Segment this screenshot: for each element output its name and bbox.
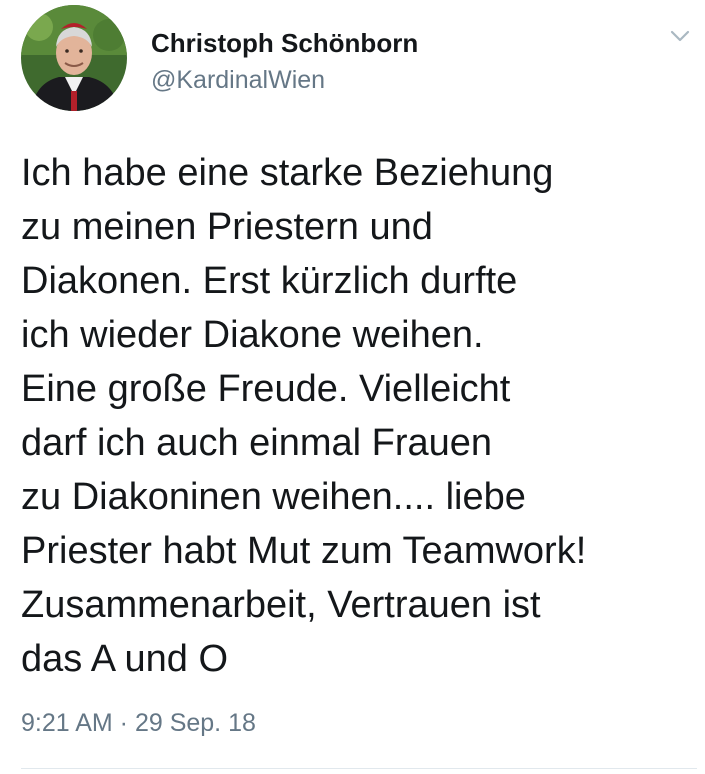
tweet-text-line: Zusammenarbeit, Vertrauen ist: [21, 584, 541, 626]
tweet-text-line: ich wieder Diakone weihen.: [21, 314, 484, 356]
tweet-text-line: Diakonen. Erst kürzlich durfte: [21, 260, 518, 302]
tweet-text-line: darf ich auch einmal Frauen: [21, 422, 493, 464]
tweet-timestamp[interactable]: 9:21 AM · 29 Sep. 18: [21, 709, 256, 738]
tweet-text-line: zu Diakoninen weihen.... liebe: [21, 476, 526, 518]
tweet-text-line: das A und O: [21, 638, 229, 680]
divider: [21, 768, 697, 769]
chevron-down-icon[interactable]: [665, 24, 695, 48]
tweet-card: Christoph Schönborn @KardinalWien Ich ha…: [0, 0, 705, 774]
tweet-text-line: Eine große Freude. Vielleicht: [21, 368, 511, 410]
tweet-text-line: zu meinen Priestern und: [21, 206, 433, 248]
author-avatar[interactable]: [21, 5, 127, 111]
author-handle[interactable]: @KardinalWien: [151, 66, 325, 95]
author-display-name[interactable]: Christoph Schönborn: [151, 28, 418, 59]
tweet-text-line: Ich habe eine starke Beziehung: [21, 152, 554, 194]
tweet-text: Ich habe eine starke Beziehung zu meinen…: [21, 146, 701, 686]
tweet-text-line: Priester habt Mut zum Teamwork!: [21, 530, 587, 572]
